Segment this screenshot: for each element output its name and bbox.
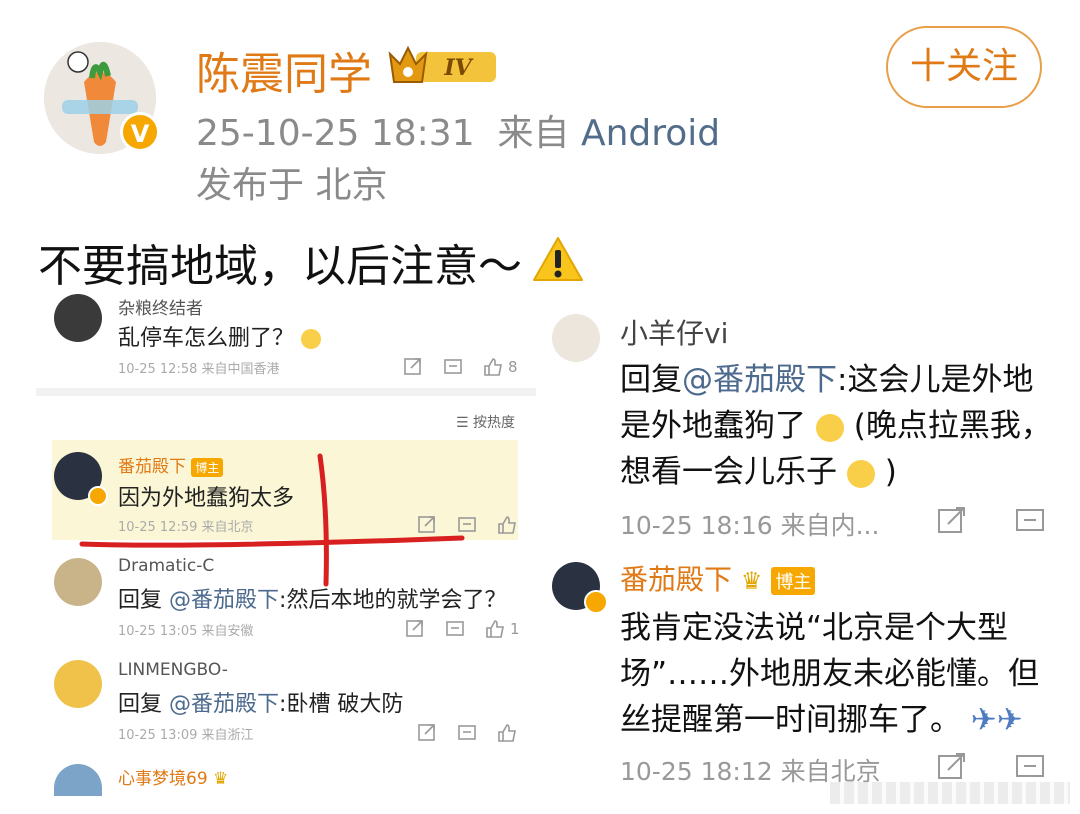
comment-icon[interactable] bbox=[444, 618, 466, 640]
comment-icon[interactable] bbox=[1014, 506, 1046, 536]
comment-text-line: 我肯定没法说“北京是个大型 bbox=[620, 610, 1009, 646]
comment-author[interactable]: Dramatic-C bbox=[118, 556, 214, 576]
comment-icon[interactable] bbox=[1014, 752, 1046, 782]
warning-emoji-icon bbox=[532, 236, 584, 282]
avatar[interactable] bbox=[54, 294, 102, 342]
avatar[interactable] bbox=[54, 660, 102, 708]
laugh-emoji-icon bbox=[846, 459, 875, 488]
laugh-cry-emoji-icon bbox=[815, 413, 844, 442]
comment-text: 回复 @番茄殿下:然后本地的就学会了？ bbox=[118, 588, 507, 613]
comment-meta: 10-25 18:16 来自内... bbox=[620, 511, 880, 540]
comment-icon[interactable] bbox=[456, 722, 478, 744]
watermark-strip bbox=[830, 782, 1070, 804]
comment-author[interactable]: 心事梦境69 ♛ bbox=[118, 764, 228, 789]
share-icon[interactable] bbox=[416, 722, 438, 744]
mention-link[interactable]: @番茄殿下 bbox=[169, 692, 279, 717]
comment-meta: 10-25 12:58 来自中国香港 bbox=[118, 362, 280, 377]
post-source[interactable]: Android bbox=[581, 113, 720, 154]
crown-icon: ♛ bbox=[740, 567, 763, 595]
follow-button[interactable]: 十关注 bbox=[886, 26, 1042, 108]
mention-link[interactable]: @番茄殿下 bbox=[169, 588, 279, 613]
post-meta: 25-10-25 18:31 来自 Android bbox=[196, 104, 720, 156]
avatar[interactable] bbox=[54, 764, 102, 796]
comment-icon[interactable] bbox=[442, 356, 464, 378]
level-crown-badge: IV bbox=[386, 44, 498, 86]
sort-icon: ☰ bbox=[456, 415, 469, 431]
source-prefix: 来自 bbox=[497, 113, 570, 154]
post-timestamp: 25-10-25 18:31 bbox=[196, 113, 475, 154]
post-location: 发布于 北京 bbox=[196, 165, 388, 206]
comment-text-line: 想看一会儿乐子 ) bbox=[620, 454, 897, 490]
share-icon[interactable] bbox=[402, 356, 424, 378]
share-icon[interactable] bbox=[936, 506, 968, 536]
comment-text-line: 回复@番茄殿下:这会儿是外地 bbox=[620, 362, 1034, 398]
like-icon[interactable] bbox=[496, 722, 518, 744]
avatar[interactable] bbox=[54, 558, 102, 606]
share-icon[interactable] bbox=[404, 618, 426, 640]
comment-meta: 10-25 13:05 来自安徽 bbox=[118, 624, 254, 639]
comment-meta: 10-25 13:09 来自浙江 bbox=[118, 728, 254, 743]
smile-emoji-icon bbox=[301, 329, 322, 349]
like-count: 1 bbox=[510, 620, 520, 638]
like-icon[interactable] bbox=[484, 618, 506, 640]
share-icon[interactable] bbox=[936, 752, 968, 782]
comment-text-line: 场”……外地朋友未必能懂。但 bbox=[620, 656, 1040, 692]
right-comment-screenshot: 小羊仔vi 回复@番茄殿下:这会儿是外地 是外地蠢狗了 (晚点拉黑我， 想看一会… bbox=[540, 300, 1080, 800]
section-divider bbox=[36, 388, 536, 396]
level-text: IV bbox=[443, 55, 473, 81]
author-name[interactable]: 陈震同学 bbox=[196, 38, 372, 102]
comment-text-line: 丝提醒第一时间挪车了。 ✈✈ bbox=[620, 702, 1023, 738]
comment-author[interactable]: 杂粮终结者 bbox=[118, 294, 203, 319]
car-emoji-icon: ✈✈ bbox=[970, 702, 1023, 738]
like-count: 8 bbox=[508, 358, 518, 376]
crown-icon: ♛ bbox=[213, 769, 229, 789]
blogger-badge: 博主 bbox=[771, 567, 816, 595]
comment-text: 乱停车怎么删了？ bbox=[118, 320, 322, 352]
comment-author[interactable]: LINMENGBO- bbox=[118, 660, 228, 680]
verified-mini-badge bbox=[584, 590, 608, 614]
mention-link[interactable]: @番茄殿下 bbox=[682, 362, 837, 398]
avatar[interactable] bbox=[552, 314, 600, 362]
verified-badge: V bbox=[120, 112, 160, 152]
post-text: 不要搞地域，以后注意～ bbox=[38, 241, 522, 292]
comment-author[interactable]: 番茄殿下 ♛ 博主 bbox=[620, 558, 816, 598]
comment-author[interactable]: 小羊仔vi bbox=[620, 312, 728, 352]
comment-text: 回复 @番茄殿下:卧槽 破大防 bbox=[118, 692, 404, 717]
like-icon[interactable] bbox=[496, 514, 518, 536]
sort-button[interactable]: ☰ 按热度 bbox=[456, 412, 515, 432]
like-icon[interactable] bbox=[482, 356, 504, 378]
comment-text-line: 是外地蠢狗了 (晚点拉黑我， bbox=[620, 408, 1052, 444]
left-comment-screenshot: 杂粮终结者 乱停车怎么删了？ 10-25 12:58 来自中国香港 8 ☰ 按热… bbox=[36, 286, 536, 796]
